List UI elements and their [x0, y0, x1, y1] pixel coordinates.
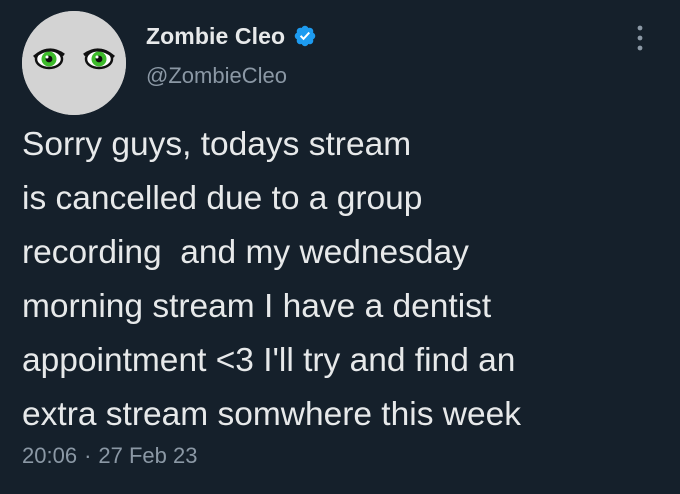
avatar[interactable]	[22, 11, 126, 115]
tweet-text-line: is cancelled due to a group	[22, 180, 423, 217]
more-options-icon	[637, 25, 643, 51]
tweet-text-line: appointment <3 I'll try and find an	[22, 342, 516, 379]
tweet-text-line: recording and my wednesday	[22, 234, 469, 271]
author-name-row: Zombie Cleo	[146, 21, 317, 51]
display-name[interactable]: Zombie Cleo	[146, 23, 285, 50]
right-eye-icon	[83, 48, 115, 70]
avatar-image	[22, 11, 126, 115]
tweet-timestamp: 20:06 · 27 Feb 23	[22, 443, 197, 469]
timestamp-separator: ·	[84, 443, 92, 468]
tweet-text-line: extra stream somwhere this week	[22, 396, 521, 433]
tweet-card: Zombie Cleo @ZombieCleo Sorry guys, toda…	[0, 0, 680, 494]
tweet-text-line: Sorry guys, todays stream	[22, 126, 412, 163]
tweet-text: Sorry guys, todays stream is cancelled d…	[22, 118, 672, 442]
tweet-time-link[interactable]: 20:06	[22, 443, 77, 469]
handle[interactable]: @ZombieCleo	[146, 63, 287, 89]
more-options-button[interactable]	[624, 20, 656, 56]
tweet-text-line: morning stream I have a dentist	[22, 288, 492, 325]
left-eye-icon	[33, 48, 65, 70]
tweet-date-link[interactable]: 27 Feb 23	[98, 443, 197, 469]
verified-badge-icon	[293, 24, 317, 48]
